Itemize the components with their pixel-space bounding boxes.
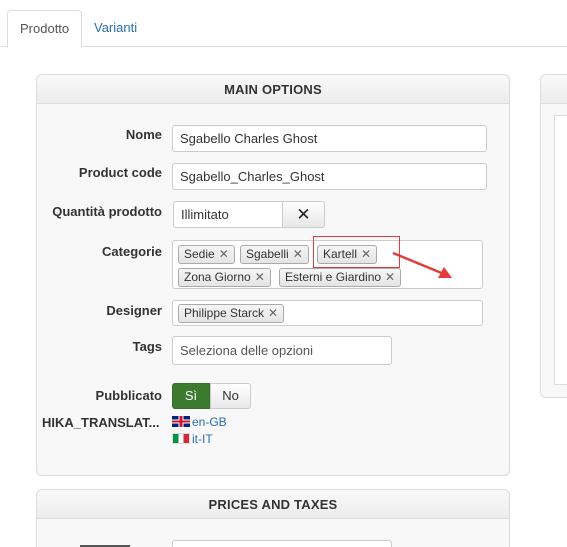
chip-label: Philippe Starck bbox=[184, 306, 265, 320]
quantita-label: Quantità prodotto bbox=[52, 204, 162, 219]
tab-varianti[interactable]: Varianti bbox=[82, 10, 149, 47]
annotation-arrow-icon bbox=[392, 251, 452, 278]
category-chip[interactable]: Zona Giorno ✕ bbox=[178, 268, 271, 287]
designer-chip[interactable]: Philippe Starck ✕ bbox=[178, 304, 285, 323]
annotation-highlight-box bbox=[313, 236, 400, 268]
translations-label: HIKA_TRANSLAT... bbox=[42, 415, 160, 430]
product-code-input[interactable]: Sgabello_Charles_Ghost bbox=[172, 163, 487, 190]
nome-label: Nome bbox=[125, 127, 162, 142]
prices-panel: PRICES AND TAXES bbox=[36, 489, 510, 547]
pubblicato-yes-button[interactable]: Sì bbox=[172, 383, 210, 409]
italy-flag-icon bbox=[172, 433, 190, 444]
nome-input[interactable]: Sgabello Charles Ghost bbox=[172, 125, 487, 152]
category-chip[interactable]: Esterni e Giardino ✕ bbox=[279, 268, 402, 287]
quantita-clear-button[interactable]: ✕ bbox=[282, 201, 325, 228]
price-label-fragment bbox=[80, 541, 150, 547]
lang-code: it-IT bbox=[192, 432, 213, 446]
chip-label: Esterni e Giardino bbox=[285, 270, 382, 284]
price-input[interactable] bbox=[172, 540, 392, 547]
pubblicato-label: Pubblicato bbox=[95, 388, 162, 403]
pubblicato-no-button[interactable]: No bbox=[210, 383, 251, 409]
side-panel-header bbox=[541, 75, 567, 104]
side-panel bbox=[540, 74, 567, 398]
tags-input[interactable]: Seleziona delle opzioni bbox=[172, 336, 392, 365]
side-panel-content bbox=[554, 115, 567, 385]
lang-en-gb-link[interactable]: en-GB bbox=[172, 414, 227, 430]
tags-label: Tags bbox=[132, 339, 162, 354]
designer-label: Designer bbox=[106, 303, 162, 318]
lang-it-it-link[interactable]: it-IT bbox=[172, 431, 213, 447]
remove-icon[interactable]: ✕ bbox=[255, 270, 265, 284]
product-code-label: Product code bbox=[78, 165, 162, 180]
lang-code: en-GB bbox=[192, 415, 227, 429]
prices-title: PRICES AND TAXES bbox=[37, 490, 509, 519]
remove-icon[interactable]: ✕ bbox=[293, 247, 303, 261]
category-chip[interactable]: Sgabelli ✕ bbox=[240, 245, 309, 264]
tab-bar: Prodotto Varianti bbox=[0, 0, 567, 48]
close-icon: ✕ bbox=[296, 205, 311, 224]
quantita-input[interactable]: Illimitato bbox=[173, 201, 283, 228]
chip-label: Zona Giorno bbox=[184, 270, 251, 284]
remove-icon[interactable]: ✕ bbox=[268, 306, 278, 320]
chip-label: Sedie bbox=[184, 247, 215, 261]
main-options-title: MAIN OPTIONS bbox=[37, 75, 509, 104]
categorie-label: Categorie bbox=[102, 244, 162, 259]
chip-label: Sgabelli bbox=[246, 247, 289, 261]
category-chip[interactable]: Sedie ✕ bbox=[178, 245, 235, 264]
tab-prodotto[interactable]: Prodotto bbox=[7, 10, 83, 48]
uk-flag-icon bbox=[172, 416, 190, 427]
remove-icon[interactable]: ✕ bbox=[219, 247, 229, 261]
